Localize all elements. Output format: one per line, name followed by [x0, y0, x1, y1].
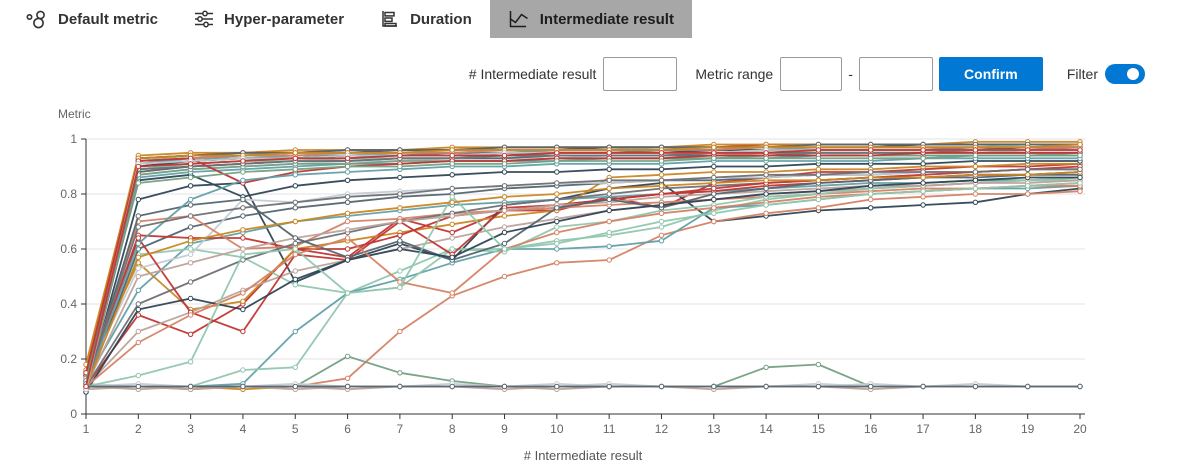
- svg-text:0.2: 0.2: [60, 352, 77, 366]
- tab-label: Default metric: [58, 11, 158, 28]
- y-axis-title: Metric: [58, 107, 91, 121]
- tab-default-metric[interactable]: Default metric: [8, 0, 176, 38]
- svg-text:17: 17: [916, 422, 930, 436]
- svg-text:19: 19: [1021, 422, 1035, 436]
- svg-text:4: 4: [240, 422, 247, 436]
- line-chart-icon: [508, 9, 530, 29]
- svg-text:15: 15: [812, 422, 826, 436]
- svg-text:7: 7: [397, 422, 404, 436]
- filter-label: Filter: [1067, 66, 1098, 82]
- chart-canvas[interactable]: 00.20.40.60.8112345678910111213141516171…: [0, 100, 1180, 475]
- view-tabs: Default metric Hyper-parameter Duration: [8, 0, 692, 38]
- svg-text:1: 1: [70, 132, 77, 146]
- intermediate-result-chart: 00.20.40.60.8112345678910111213141516171…: [0, 100, 1180, 475]
- svg-text:14: 14: [759, 422, 773, 436]
- svg-text:1: 1: [83, 422, 90, 436]
- scatter-icon: [26, 9, 48, 29]
- svg-text:0.6: 0.6: [60, 242, 77, 256]
- filter-toggle[interactable]: [1105, 64, 1145, 84]
- bar-chart-icon: [380, 9, 400, 29]
- svg-text:0: 0: [70, 407, 77, 421]
- svg-text:3: 3: [187, 422, 194, 436]
- metric-range-label: Metric range: [695, 66, 773, 82]
- metric-min-input[interactable]: [780, 57, 842, 91]
- svg-text:5: 5: [292, 422, 299, 436]
- svg-text:10: 10: [550, 422, 564, 436]
- metric-max-input[interactable]: [859, 57, 933, 91]
- svg-text:2: 2: [135, 422, 142, 436]
- svg-text:0.8: 0.8: [60, 187, 77, 201]
- confirm-button[interactable]: Confirm: [939, 57, 1043, 91]
- svg-text:13: 13: [707, 422, 721, 436]
- tab-intermediate-result[interactable]: Intermediate result: [490, 0, 692, 38]
- sliders-icon: [194, 9, 214, 29]
- tab-hyper-parameter[interactable]: Hyper-parameter: [176, 0, 362, 38]
- svg-text:12: 12: [655, 422, 669, 436]
- tab-duration[interactable]: Duration: [362, 0, 490, 38]
- svg-text:11: 11: [603, 422, 616, 436]
- svg-text:8: 8: [449, 422, 456, 436]
- filter-controls: # Intermediate result Metric range - Con…: [0, 57, 1145, 91]
- intermediate-count-input[interactable]: [603, 57, 677, 91]
- svg-text:6: 6: [344, 422, 351, 436]
- svg-text:20: 20: [1073, 422, 1087, 436]
- tab-label: Hyper-parameter: [224, 11, 344, 28]
- tab-label: Intermediate result: [540, 11, 674, 28]
- svg-text:0.4: 0.4: [60, 297, 77, 311]
- toggle-knob: [1127, 68, 1139, 80]
- svg-text:18: 18: [969, 422, 983, 436]
- x-axis-title: # Intermediate result: [524, 448, 643, 463]
- svg-text:9: 9: [501, 422, 508, 436]
- svg-text:16: 16: [864, 422, 878, 436]
- intermediate-count-label: # Intermediate result: [469, 66, 597, 82]
- range-dash: -: [848, 66, 853, 82]
- tab-label: Duration: [410, 11, 472, 28]
